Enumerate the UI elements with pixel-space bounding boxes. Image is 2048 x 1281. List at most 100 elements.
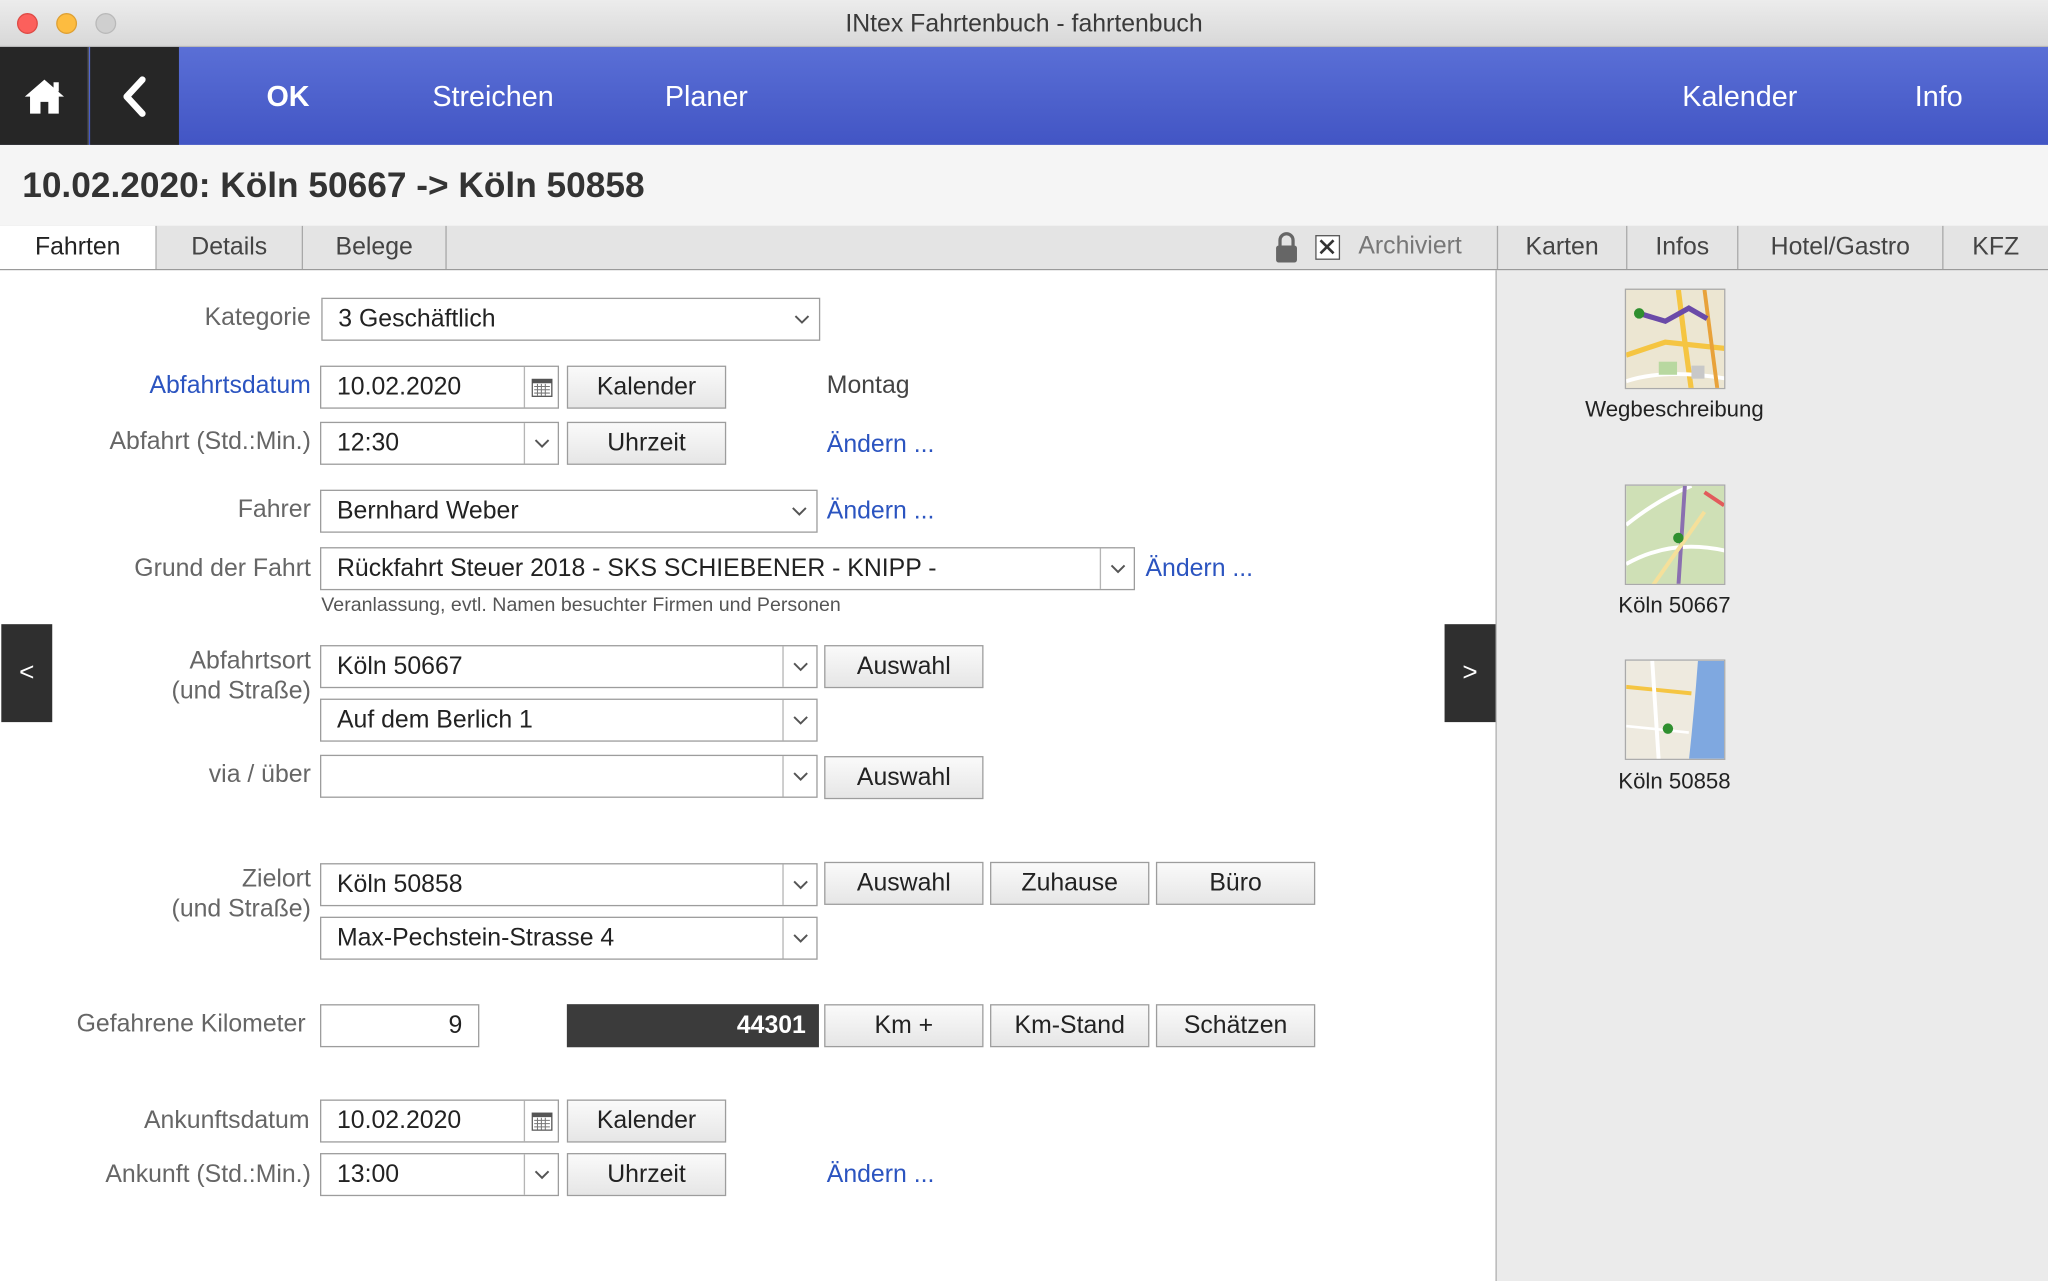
map-label-start[interactable]: Köln 50667	[1544, 593, 1805, 619]
calendar-icon[interactable]	[523, 1100, 558, 1142]
abfahrtsort-select[interactable]: Köln 50667	[319, 645, 818, 689]
abfahrt-time-select[interactable]: 12:30	[319, 421, 560, 465]
ankunft-aendern-link[interactable]: Ändern ...	[827, 1161, 935, 1190]
tab-details[interactable]: Details	[156, 225, 304, 269]
chevron-down-icon	[782, 917, 816, 959]
grund-label: Grund der Fahrt	[134, 554, 311, 583]
calendar-icon[interactable]	[523, 366, 558, 408]
zuhause-button[interactable]: Zuhause	[990, 861, 1150, 905]
chevron-down-icon	[782, 864, 816, 905]
ankunft-uhrzeit-button[interactable]: Uhrzeit	[566, 1153, 727, 1197]
zielort-value: Köln 50858	[336, 870, 463, 899]
home-button[interactable]	[0, 47, 89, 145]
via-label: via / über	[208, 761, 311, 789]
map-route-icon	[1626, 289, 1725, 388]
kategorie-label: Kategorie	[204, 304, 311, 332]
info-button[interactable]: Info	[1915, 47, 1963, 145]
tab-hotel-gastro[interactable]: Hotel/Gastro	[1738, 225, 1944, 269]
grund-aendern-link[interactable]: Ändern ...	[1145, 555, 1253, 584]
archived-checkbox[interactable]	[1315, 235, 1341, 260]
via-select[interactable]	[319, 754, 818, 798]
abfahrtsdatum-kalender-button[interactable]: Kalender	[566, 365, 727, 409]
km-label: Gefahrene Kilometer	[76, 1010, 306, 1039]
map-destination-icon	[1626, 660, 1725, 759]
trip-form: Kategorie 3 Geschäftlich Abfahrtsdatum 1…	[0, 270, 1497, 1281]
tab-kfz[interactable]: KFZ	[1943, 225, 2048, 269]
chevron-down-icon	[785, 299, 819, 339]
record-header: 10.02.2020: Köln 50667 -> Köln 50858	[0, 144, 2048, 228]
ankunft-label: Ankunft (Std.:Min.)	[105, 1160, 311, 1189]
weekday-text: Montag	[826, 372, 910, 400]
chevron-down-icon	[782, 491, 816, 531]
app-window: INtex Fahrtenbuch - fahrtenbuch OK Strei…	[0, 0, 2048, 1281]
via-auswahl-button[interactable]: Auswahl	[824, 756, 984, 800]
tab-belege[interactable]: Belege	[303, 225, 447, 269]
chevron-down-icon	[782, 646, 816, 687]
chevron-down-icon	[1099, 548, 1134, 589]
abfahrt-value: 12:30	[336, 429, 400, 458]
maps-panel: Wegbeschreibung Köln 50667 Köln 50858	[1496, 270, 2048, 1281]
toolbar: OK Streichen Planer Kalender Info	[0, 47, 2048, 145]
zielort-auswahl-button[interactable]: Auswahl	[824, 861, 984, 905]
zielort-street-select[interactable]: Max-Pechstein-Strasse 4	[319, 916, 818, 960]
map-label-wegbeschreibung[interactable]: Wegbeschreibung	[1544, 397, 1805, 423]
abfahrtsort-street-value: Auf dem Berlich 1	[336, 706, 533, 734]
abfahrt-aendern-link[interactable]: Ändern ...	[827, 431, 935, 460]
kalender-toolbar-button[interactable]: Kalender	[1682, 47, 1797, 145]
start-map-thumbnail[interactable]	[1624, 484, 1726, 586]
lock-icon[interactable]	[1273, 231, 1299, 271]
home-icon	[24, 79, 64, 113]
chevron-down-icon	[523, 423, 558, 464]
abfahrt-uhrzeit-button[interactable]: Uhrzeit	[566, 421, 727, 465]
ankunft-time-select[interactable]: 13:00	[319, 1153, 560, 1197]
kategorie-select[interactable]: 3 Geschäftlich	[321, 297, 821, 341]
abfahrtsort-auswahl-button[interactable]: Auswahl	[824, 645, 984, 689]
tab-karten[interactable]: Karten	[1496, 225, 1628, 269]
kategorie-value: 3 Geschäftlich	[338, 305, 496, 333]
planer-button[interactable]: Planer	[665, 47, 748, 145]
abfahrtsort-value: Köln 50667	[336, 652, 463, 681]
window-title: INtex Fahrtenbuch - fahrtenbuch	[845, 10, 1203, 38]
streichen-button[interactable]: Streichen	[432, 47, 553, 145]
tab-infos[interactable]: Infos	[1627, 225, 1739, 269]
chevron-left-icon	[123, 75, 146, 117]
ankunftsdatum-value: 10.02.2020	[336, 1107, 462, 1135]
ok-button[interactable]: OK	[266, 47, 309, 145]
km-stand-button[interactable]: Km-Stand	[990, 1004, 1150, 1048]
ankunft-value: 13:00	[336, 1160, 400, 1189]
archived-label: Archiviert	[1358, 232, 1462, 260]
abfahrtsdatum-field[interactable]: 10.02.2020	[319, 365, 560, 409]
tab-bar: Fahrten Details Belege Archiviert Karten…	[0, 225, 2048, 271]
destination-map-thumbnail[interactable]	[1624, 659, 1726, 760]
back-button[interactable]	[90, 47, 179, 145]
grund-hint: Veranlassung, evtl. Namen besuchter Firm…	[321, 594, 841, 617]
zielort-label: Zielort	[241, 865, 311, 894]
next-record-button[interactable]: >	[1444, 624, 1496, 723]
abfahrt-label: Abfahrt (Std.:Min.)	[109, 428, 311, 456]
chevron-down-icon	[782, 699, 816, 741]
abfahrtsdatum-value: 10.02.2020	[336, 373, 462, 401]
km-input[interactable]: 9	[319, 1004, 480, 1048]
title-bar: INtex Fahrtenbuch - fahrtenbuch	[0, 0, 2048, 48]
abfahrtsort-street-select[interactable]: Auf dem Berlich 1	[319, 698, 818, 742]
schaetzen-button[interactable]: Schätzen	[1155, 1004, 1316, 1048]
fahrer-label: Fahrer	[237, 496, 311, 524]
abfahrtsdatum-label[interactable]: Abfahrtsdatum	[0, 372, 310, 401]
ankunftsdatum-field[interactable]: 10.02.2020	[319, 1099, 560, 1143]
fahrer-aendern-link[interactable]: Ändern ...	[827, 498, 935, 527]
fahrer-value: Bernhard Weber	[336, 497, 519, 525]
km-stand-display: 44301	[566, 1004, 819, 1048]
route-map-thumbnail[interactable]	[1624, 288, 1726, 390]
fahrer-select[interactable]: Bernhard Weber	[319, 489, 818, 533]
tab-fahrten[interactable]: Fahrten	[0, 225, 157, 269]
map-label-destination[interactable]: Köln 50858	[1544, 769, 1805, 795]
km-plus-button[interactable]: Km +	[824, 1004, 984, 1048]
ankunftsdatum-kalender-button[interactable]: Kalender	[566, 1099, 727, 1143]
buero-button[interactable]: Büro	[1155, 861, 1316, 905]
checkmark-x-icon	[1319, 239, 1335, 255]
grund-value: Rückfahrt Steuer 2018 - SKS SCHIEBENER -…	[336, 554, 937, 583]
grund-select[interactable]: Rückfahrt Steuer 2018 - SKS SCHIEBENER -…	[319, 547, 1136, 591]
zielort-select[interactable]: Köln 50858	[319, 863, 818, 907]
zielort-street-value: Max-Pechstein-Strasse 4	[336, 924, 615, 952]
previous-record-button[interactable]: <	[1, 624, 53, 723]
